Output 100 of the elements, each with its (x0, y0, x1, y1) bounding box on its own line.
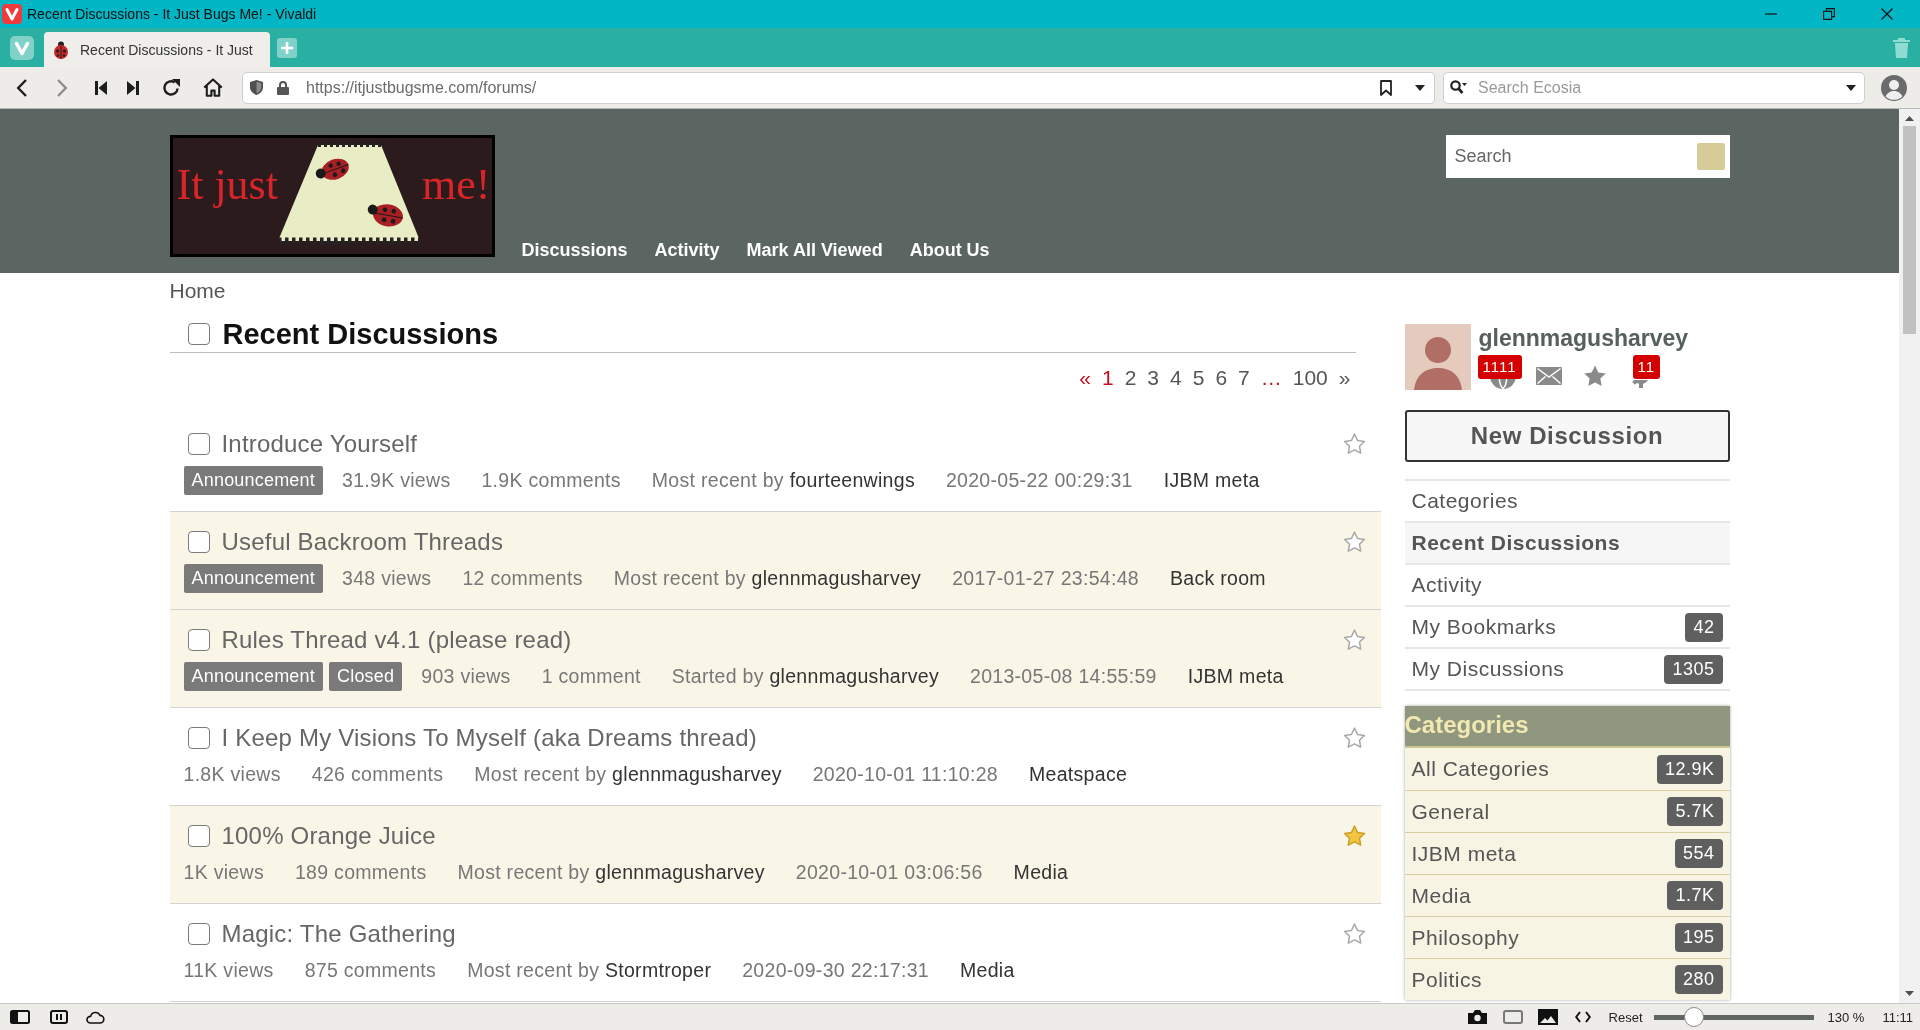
slider-thumb[interactable] (1684, 1007, 1705, 1027)
home-icon[interactable] (203, 78, 223, 97)
scrollbar-thumb[interactable] (1903, 126, 1916, 334)
star-icon[interactable] (1342, 727, 1366, 749)
sidebar-nav-item[interactable]: Recent Discussions (1404, 521, 1730, 563)
category-item[interactable]: Politics 280 (1404, 958, 1730, 1000)
image-icon[interactable] (1537, 1009, 1558, 1025)
sidebar-nav-item[interactable]: My Discussions 1305 (1404, 647, 1730, 689)
camera-icon[interactable] (1466, 1009, 1488, 1025)
checkbox[interactable] (187, 727, 210, 749)
username-link[interactable]: glennmagusharvey (595, 860, 765, 883)
star-icon[interactable] (1342, 531, 1366, 553)
discussion-title[interactable]: Introduce Yourself (221, 429, 418, 459)
checkbox[interactable] (187, 433, 210, 455)
post-date: 2013-05-08 14:55:59 (970, 664, 1157, 688)
close-icon[interactable] (1881, 8, 1893, 20)
star-icon[interactable] (1582, 364, 1607, 388)
page-link[interactable]: 5 (1192, 365, 1205, 391)
category-link[interactable]: Media (960, 958, 1015, 982)
avatar-image[interactable] (1404, 324, 1471, 390)
checkbox[interactable] (187, 531, 210, 553)
star-icon[interactable] (1342, 629, 1366, 651)
user-icon[interactable] (1881, 74, 1907, 101)
caret-down-icon[interactable] (1905, 991, 1914, 996)
username-link[interactable]: Stormtroper (604, 958, 712, 981)
discussion-title[interactable]: Magic: The Gathering (221, 919, 456, 949)
skip-back-icon[interactable] (95, 80, 107, 95)
discussion-title[interactable]: I Keep My Visions To Myself (aka Dreams thread) (221, 723, 757, 753)
count-badge: 1305 (1664, 654, 1723, 684)
page-link[interactable]: 100 (1292, 365, 1328, 391)
browser-logo-icon[interactable] (2, 4, 22, 24)
category-item[interactable]: General 5.7K (1404, 790, 1730, 832)
discussion-title[interactable]: Useful Backroom Threads (221, 527, 504, 557)
caret-down-icon[interactable] (1846, 84, 1856, 91)
browser-logo-icon[interactable] (10, 35, 34, 60)
category-item[interactable]: All Categories 12.9K (1404, 748, 1730, 790)
search-field[interactable]: Search Ecosia (1443, 71, 1865, 104)
nav-link[interactable]: Discussions (521, 238, 628, 262)
username-link[interactable]: glennmagusharvey (751, 566, 922, 589)
checkbox[interactable] (187, 825, 210, 847)
address-field[interactable]: https://itjustbugsme.com/forums/ (242, 71, 1435, 104)
plus-icon[interactable] (277, 37, 297, 58)
category-item[interactable]: IJBM meta 554 (1404, 832, 1730, 874)
sidebar-nav-item[interactable]: Activity (1404, 563, 1730, 605)
checkbox[interactable] (187, 923, 210, 945)
panel-toggle-icon[interactable] (10, 1010, 30, 1024)
lock-icon[interactable] (277, 80, 289, 95)
next-page-link[interactable]: » (1338, 365, 1351, 391)
notification-badge: 11 (1632, 355, 1661, 379)
search-icon[interactable] (1450, 80, 1467, 95)
bookmark-icon[interactable] (1380, 79, 1392, 96)
star-icon[interactable] (1342, 825, 1366, 847)
page-link[interactable]: 6 (1215, 365, 1228, 391)
sidebar-nav-item[interactable]: My Bookmarks 42 (1404, 605, 1730, 647)
star-icon[interactable] (1342, 923, 1366, 945)
page-link[interactable]: 4 (1170, 365, 1182, 391)
star-icon[interactable] (1342, 433, 1366, 455)
page-link[interactable]: 7 (1238, 365, 1250, 391)
category-link[interactable]: Meatspace (1029, 762, 1128, 786)
category-link[interactable]: Back room (1169, 566, 1266, 590)
breadcrumb-link[interactable]: Home (169, 279, 226, 303)
comment-count: 1.9K comments (481, 468, 621, 492)
tile-icon[interactable] (50, 1010, 68, 1024)
username-link[interactable]: fourteenwings (789, 468, 915, 491)
scrollbar[interactable] (1899, 109, 1920, 1003)
username-link[interactable]: glennmagusharvey (769, 664, 939, 687)
nav-link[interactable]: About Us (909, 238, 990, 262)
category-link[interactable]: IJBM meta (1187, 664, 1284, 688)
restore-icon[interactable] (1823, 8, 1835, 20)
page-link[interactable]: 1 (1101, 365, 1114, 391)
category-item[interactable]: Media 1.7K (1404, 874, 1730, 916)
mail-icon[interactable] (1535, 367, 1562, 385)
browser-tab[interactable]: Recent Discussions - It Just (44, 32, 270, 67)
checkbox[interactable] (187, 629, 210, 651)
post-date: 2020-09-30 22:17:31 (742, 958, 929, 982)
caret-down-icon[interactable] (1415, 84, 1425, 91)
category-item[interactable]: Philosophy 195 (1404, 916, 1730, 958)
search-field[interactable]: Search (1445, 135, 1730, 178)
caret-up-icon[interactable] (1905, 116, 1914, 121)
shield-icon[interactable] (250, 80, 263, 95)
category-link[interactable]: Media (1013, 860, 1069, 884)
discussion-title[interactable]: 100% Orange Juice (221, 821, 436, 851)
category-link[interactable]: IJBM meta (1163, 468, 1260, 492)
page-link[interactable]: 3 (1147, 365, 1159, 391)
discussion-title[interactable]: Rules Thread v4.1 (please read) (221, 625, 572, 655)
nav-link[interactable]: Activity (654, 238, 720, 262)
new-discussion-button[interactable]: New Discussion (1404, 410, 1730, 462)
reset-button[interactable]: Reset (1608, 1009, 1643, 1025)
checkbox[interactable] (187, 323, 210, 345)
window-icon[interactable] (1502, 1010, 1523, 1024)
chevron-left-icon[interactable] (15, 78, 27, 97)
cloud-icon[interactable] (85, 1010, 105, 1024)
reload-icon[interactable] (162, 78, 180, 97)
skip-forward-icon[interactable] (127, 80, 139, 95)
code-icon[interactable] (1574, 1011, 1591, 1023)
page-link[interactable]: 2 (1124, 365, 1137, 391)
last-post-info: Most recent by glennmagusharvey (457, 860, 765, 884)
count-badge: 12.9K (1656, 754, 1723, 784)
nav-link[interactable]: Mark All Viewed (746, 238, 883, 262)
username-link[interactable]: glennmagusharvey (612, 762, 782, 785)
